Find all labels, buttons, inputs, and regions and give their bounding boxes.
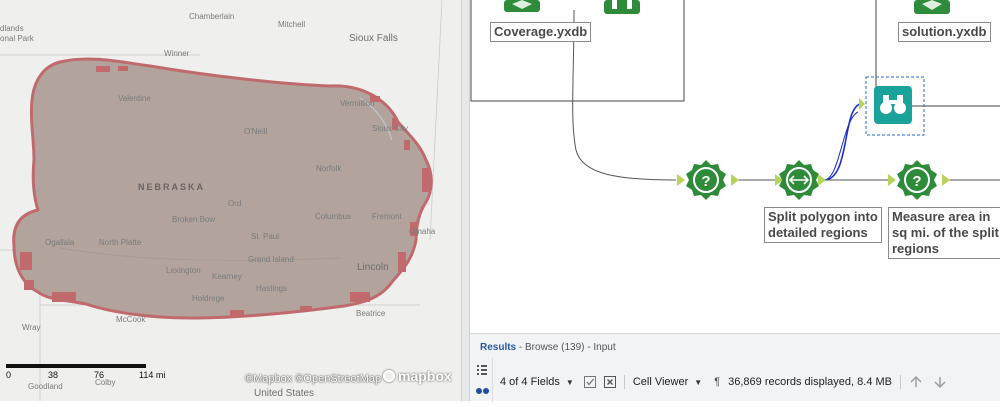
place-beatrice: Beatrice xyxy=(356,309,386,318)
mapbox-logo[interactable]: mapbox xyxy=(383,368,452,384)
pilcrow-icon[interactable]: ¶ xyxy=(714,376,720,388)
fields-dropdown[interactable]: 4 of 4 Fields ▼ xyxy=(500,376,574,388)
connection-line-selected xyxy=(823,111,859,181)
scale-tick: 0 xyxy=(6,370,12,380)
browse-tool-icon[interactable] xyxy=(859,86,912,124)
binoculars-icon[interactable] xyxy=(476,388,489,394)
map-view[interactable]: Chamberlain Mitchell dlands onal Park Wi… xyxy=(0,0,461,401)
place-chamberlain: Chamberlain xyxy=(189,12,235,21)
results-panel: Results - Browse (139) - Input 4 of 4 Fi… xyxy=(470,333,1000,402)
measure-area-label[interactable]: Measure area in sq mi. of the split regi… xyxy=(888,207,1000,259)
place-mitchell: Mitchell xyxy=(278,20,306,29)
place-sioux-city: Sioux City xyxy=(372,124,409,133)
workflow-drawing: ? ? xyxy=(470,0,1000,200)
join-tool-icon[interactable] xyxy=(604,0,640,14)
place-omaha: Omaha xyxy=(409,227,436,236)
workflow-canvas[interactable]: ? ? Coverage.yxdb solution.yxdb Split po… xyxy=(470,0,1000,333)
scale-tick: 114 mi xyxy=(139,370,166,380)
input-anchor[interactable] xyxy=(677,174,685,186)
place-st-paul: St. Paul xyxy=(251,232,280,241)
place-lexington: Lexington xyxy=(166,266,201,275)
arrow-down-icon[interactable] xyxy=(933,375,947,389)
input-anchor[interactable] xyxy=(888,174,896,186)
split-polygon-label[interactable]: Split polygon into detailed regions xyxy=(764,207,882,243)
place-ogallala: Ogallala xyxy=(45,238,75,247)
map-attribution[interactable]: ©Mapbox ©OpenStreetMap xyxy=(245,373,381,385)
output-anchor[interactable] xyxy=(942,174,950,186)
arrow-up-icon[interactable] xyxy=(909,375,923,389)
place-park: onal Park xyxy=(0,34,34,43)
place-norfolk: Norfolk xyxy=(316,164,342,173)
place-broken-bow: Broken Bow xyxy=(172,215,216,224)
results-toolbar: 4 of 4 Fields ▼ Cell Viewer ▼ ¶ 36,869 rec… xyxy=(500,374,947,390)
formula-tool-icon[interactable]: ? xyxy=(888,160,950,200)
place-north-platte: North Platte xyxy=(99,238,142,247)
records-status: 36,869 records displayed, 8.4 MB xyxy=(728,376,892,388)
place-grand-island: Grand Island xyxy=(248,255,294,264)
fields-label: 4 of 4 Fields xyxy=(500,376,560,388)
place-badlands: dlands xyxy=(0,24,24,33)
container-box xyxy=(470,0,685,102)
output-anchor[interactable] xyxy=(731,174,739,186)
place-wray: Wray xyxy=(22,323,41,332)
cell-viewer-label: Cell Viewer xyxy=(632,376,689,388)
input-anchor[interactable] xyxy=(859,98,865,110)
place-fremont: Fremont xyxy=(372,212,402,221)
toolbar-separator xyxy=(623,375,625,389)
chevron-down-icon: ▼ xyxy=(694,377,703,387)
svg-text:?: ? xyxy=(701,173,710,190)
formula-tool-icon[interactable]: ? xyxy=(677,160,739,200)
mapbox-logo-text: mapbox xyxy=(398,368,452,384)
place-united-states: United States xyxy=(254,388,315,399)
place-hastings: Hastings xyxy=(256,284,288,293)
results-breadcrumb: - Browse (139) - Input xyxy=(516,342,616,353)
place-lincoln: Lincoln xyxy=(357,262,389,273)
results-header: Results - Browse (139) - Input xyxy=(480,342,616,353)
toolbar-separator xyxy=(900,375,901,389)
scale-tick: 76 xyxy=(94,370,105,380)
place-winner: Winner xyxy=(164,49,190,58)
state-label: NEBRASKA xyxy=(138,182,206,192)
place-holdrege: Holdrege xyxy=(192,294,225,303)
place-columbus: Columbus xyxy=(315,212,352,221)
place-ord: Ord xyxy=(228,199,242,208)
output-anchor[interactable] xyxy=(818,174,826,186)
cell-viewer-dropdown[interactable]: Cell Viewer ▼ xyxy=(633,376,702,388)
coverage-label[interactable]: Coverage.yxdb xyxy=(490,22,592,42)
scale-tick: 38 xyxy=(48,370,59,380)
clear-icon[interactable] xyxy=(603,376,616,388)
place-mccook: McCook xyxy=(116,315,146,324)
input-tool-icon[interactable] xyxy=(504,0,540,12)
map-scale-bar: 0 38 76 114 mi xyxy=(6,364,166,384)
mapbox-logo-icon xyxy=(383,370,395,382)
svg-text:?: ? xyxy=(912,173,921,190)
checkmark-icon[interactable] xyxy=(583,376,596,388)
scale-bar xyxy=(6,364,146,368)
results-title: Results xyxy=(480,342,517,353)
list-icon[interactable] xyxy=(477,365,487,375)
panel-splitter[interactable] xyxy=(461,0,470,401)
place-sioux-falls: Sioux Falls xyxy=(349,33,398,44)
poly-split-tool-icon[interactable] xyxy=(775,160,826,200)
place-oneill: O'Neill xyxy=(244,127,268,136)
output-tool-icon[interactable] xyxy=(914,0,950,14)
results-side-rail xyxy=(470,358,493,402)
place-vermillion: Vermillion xyxy=(340,99,375,108)
state-border xyxy=(429,0,443,241)
place-kearney: Kearney xyxy=(212,272,242,281)
solution-label[interactable]: solution.yxdb xyxy=(898,22,991,42)
chevron-down-icon: ▼ xyxy=(565,377,574,387)
place-valentine: Valentine xyxy=(118,94,151,103)
